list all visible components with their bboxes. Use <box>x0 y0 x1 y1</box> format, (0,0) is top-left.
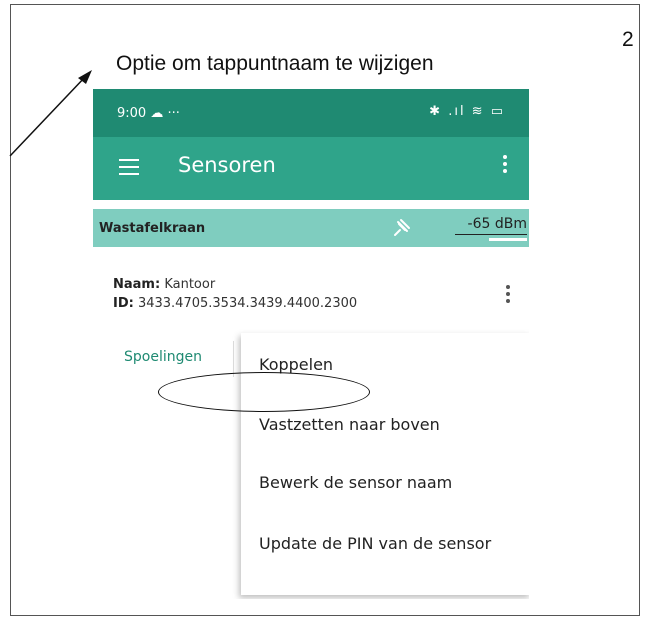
status-icons: ✱ .ıl ≋ ▭ <box>429 104 505 119</box>
phone-screenshot: 9:00 ☁ ··· ✱ .ıl ≋ ▭ Sensoren Wastafelkr… <box>93 89 529 599</box>
status-bar: 9:00 ☁ ··· ✱ .ıl ≋ ▭ <box>93 89 529 137</box>
app-bar: Sensoren <box>93 137 529 200</box>
name-value: Kantoor <box>164 277 216 292</box>
pin-icon[interactable] <box>389 216 413 240</box>
hamburger-menu-icon[interactable] <box>119 159 139 175</box>
signal-strength: -65 dBm <box>455 216 527 235</box>
app-overflow-menu-icon[interactable] <box>503 155 507 176</box>
sensor-name: Wastafelkraan <box>99 221 206 236</box>
sensor-header[interactable]: Wastafelkraan -65 dBm <box>93 209 529 247</box>
signal-bar <box>489 238 527 241</box>
menu-item-bewerk-naam[interactable]: Bewerk de sensor naam <box>259 473 452 492</box>
sensor-info: Naam: Kantoor ID: 3433.4705.3534.3439.44… <box>113 275 357 313</box>
id-label: ID: <box>113 296 134 311</box>
id-value: 3433.4705.3534.3439.4400.2300 <box>137 296 358 311</box>
highlight-oval <box>158 372 370 412</box>
tab-spoelingen[interactable]: Spoelingen <box>93 341 234 377</box>
menu-item-update-pin[interactable]: Update de PIN van de sensor <box>259 534 491 553</box>
name-label: Naam: <box>113 277 161 292</box>
tab-label: Spoelingen <box>124 349 202 365</box>
app-title: Sensoren <box>178 153 276 177</box>
sensor-more-icon[interactable] <box>506 285 510 306</box>
status-time: 9:00 ☁ ··· <box>117 106 180 121</box>
menu-item-vastzetten[interactable]: Vastzetten naar boven <box>259 415 440 434</box>
